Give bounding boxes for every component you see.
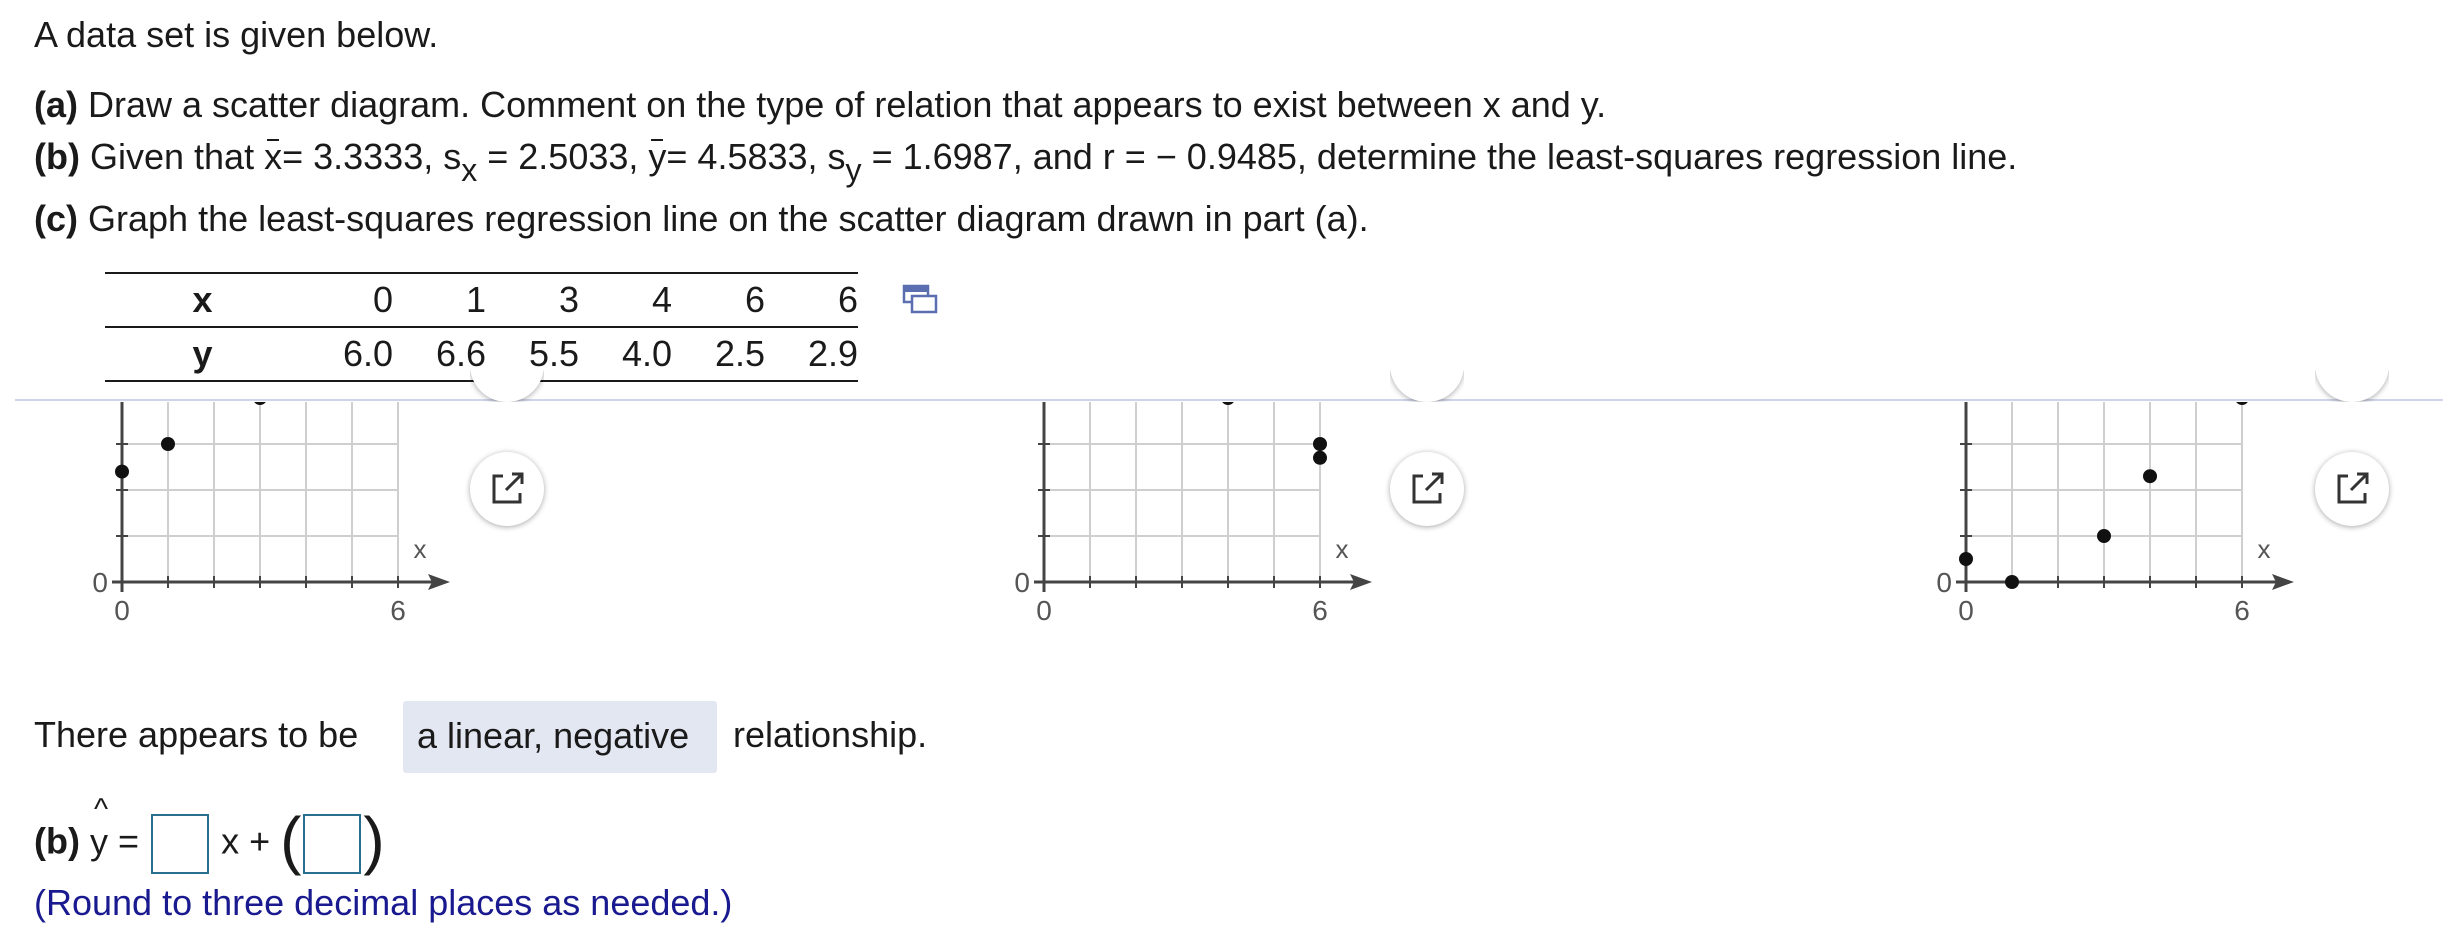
x-bar-value: = 3.3333, s <box>282 136 462 177</box>
scatter-point <box>1313 437 1327 451</box>
x-cell: 3 <box>486 272 579 328</box>
y-cell: 6.0 <box>300 327 393 382</box>
scatter-graph-2[interactable]: 0 6 0 x <box>992 402 1412 632</box>
scatter-graph-3[interactable]: 0 6 0 x <box>1914 402 2334 632</box>
intro-text: A data set is given below. <box>34 14 439 55</box>
y-cell: 2.9 <box>765 327 858 382</box>
part-b-given: Given that <box>89 136 255 177</box>
section-divider <box>15 399 2443 401</box>
intercept-input[interactable] <box>303 814 362 874</box>
part-b-label: (b) <box>34 136 80 177</box>
part-b-text: (b) Given that x= 3.3333, sx = 2.5033, y… <box>34 136 2018 188</box>
x-cell: 1 <box>393 272 486 328</box>
scatter-point <box>1959 552 1973 566</box>
answer-b-row: (b) y = x + () <box>34 793 385 876</box>
part-c-body: Graph the least-squares regression line … <box>88 198 1369 239</box>
x-header: x <box>105 272 300 328</box>
y-origin-label: 0 <box>1014 567 1030 598</box>
part-a-text: (a) Draw a scatter diagram. Comment on t… <box>34 84 1606 126</box>
x-plus-text: x + <box>221 820 271 862</box>
scatter-point <box>161 437 175 451</box>
expand-graph-icon <box>492 472 524 504</box>
part-c-text: (c) Graph the least-squares regression l… <box>34 198 1369 240</box>
scatter-point <box>254 402 266 405</box>
y-cell: 2.5 <box>672 327 765 382</box>
x-tick-label: 6 <box>1312 595 1328 626</box>
x-axis-label: x <box>414 534 427 564</box>
sy-and-r-value: = 1.6987, and r = − 0.9485, determine th… <box>871 136 2018 177</box>
expand-graph-button-3[interactable] <box>2315 452 2389 526</box>
y-cell: 4.0 <box>579 327 672 382</box>
y-bar-value: = 4.5833, s <box>666 136 846 177</box>
x-axis-label: x <box>2258 534 2271 564</box>
scatter-point <box>115 464 129 479</box>
expand-graph-icon <box>2337 472 2369 504</box>
scatter-point <box>2236 402 2248 405</box>
rounding-note: (Round to three decimal places as needed… <box>34 882 733 923</box>
x-origin-label: 0 <box>114 595 130 626</box>
close-paren: ) <box>363 804 385 876</box>
part-a-body: Draw a scatter diagram. Comment on the t… <box>88 84 1607 125</box>
x-tick-label: 6 <box>2234 595 2250 626</box>
slope-input[interactable] <box>151 814 210 874</box>
expand-graph-button-2[interactable] <box>1390 452 1464 526</box>
x-cell: 6 <box>672 272 765 328</box>
x-tick-label: 6 <box>390 595 406 626</box>
sx-subscript: x <box>461 152 478 188</box>
y-origin-label: 0 <box>1936 567 1952 598</box>
open-paren: ( <box>280 804 302 876</box>
scatter-point <box>1222 402 1234 405</box>
x-axis-label: x <box>1336 534 1349 564</box>
scatter-point <box>2005 575 2019 589</box>
relationship-suffix: relationship. <box>733 714 928 755</box>
relationship-prefix: There appears to be <box>34 714 359 755</box>
y-bar-symbol: y <box>648 136 667 177</box>
expand-button-peek <box>2315 370 2389 402</box>
part-c-label: (c) <box>34 198 78 239</box>
scatter-graph-1[interactable]: 0 6 0 x <box>70 402 490 632</box>
x-cell: 0 <box>300 272 393 328</box>
scatter-point <box>2143 469 2157 484</box>
y-header: y <box>105 327 300 382</box>
copy-icon[interactable] <box>902 284 938 314</box>
x-origin-label: 0 <box>1958 595 1974 626</box>
sx-value: = 2.5033, <box>487 136 639 177</box>
y-origin-label: 0 <box>92 567 108 598</box>
expand-button-peek <box>1390 370 1464 402</box>
answer-b-label: (b) <box>34 820 80 862</box>
relationship-dropdown[interactable]: a linear, negative <box>403 701 717 773</box>
relationship-selected-value: a linear, negative <box>417 715 690 756</box>
sy-subscript: y <box>845 152 862 188</box>
data-table: x 0 1 3 4 6 6 y 6.0 6.6 5.5 4.0 2.5 2.9 <box>105 272 858 382</box>
y-hat-symbol: y <box>90 793 108 863</box>
x-bar-symbol: x <box>264 136 283 177</box>
expand-graph-icon <box>1412 472 1444 504</box>
equals-sign: = <box>118 820 140 862</box>
table-row-x: x 0 1 3 4 6 6 <box>105 272 858 328</box>
x-cell: 4 <box>579 272 672 328</box>
expand-graph-button-1[interactable] <box>470 452 544 526</box>
relationship-sentence: There appears to be <box>34 714 358 756</box>
x-origin-label: 0 <box>1036 595 1052 626</box>
scatter-point <box>1313 450 1327 465</box>
part-a-label: (a) <box>34 84 78 125</box>
scatter-point <box>2097 529 2111 543</box>
expand-button-peek <box>470 370 544 402</box>
x-cell: 6 <box>765 272 858 328</box>
